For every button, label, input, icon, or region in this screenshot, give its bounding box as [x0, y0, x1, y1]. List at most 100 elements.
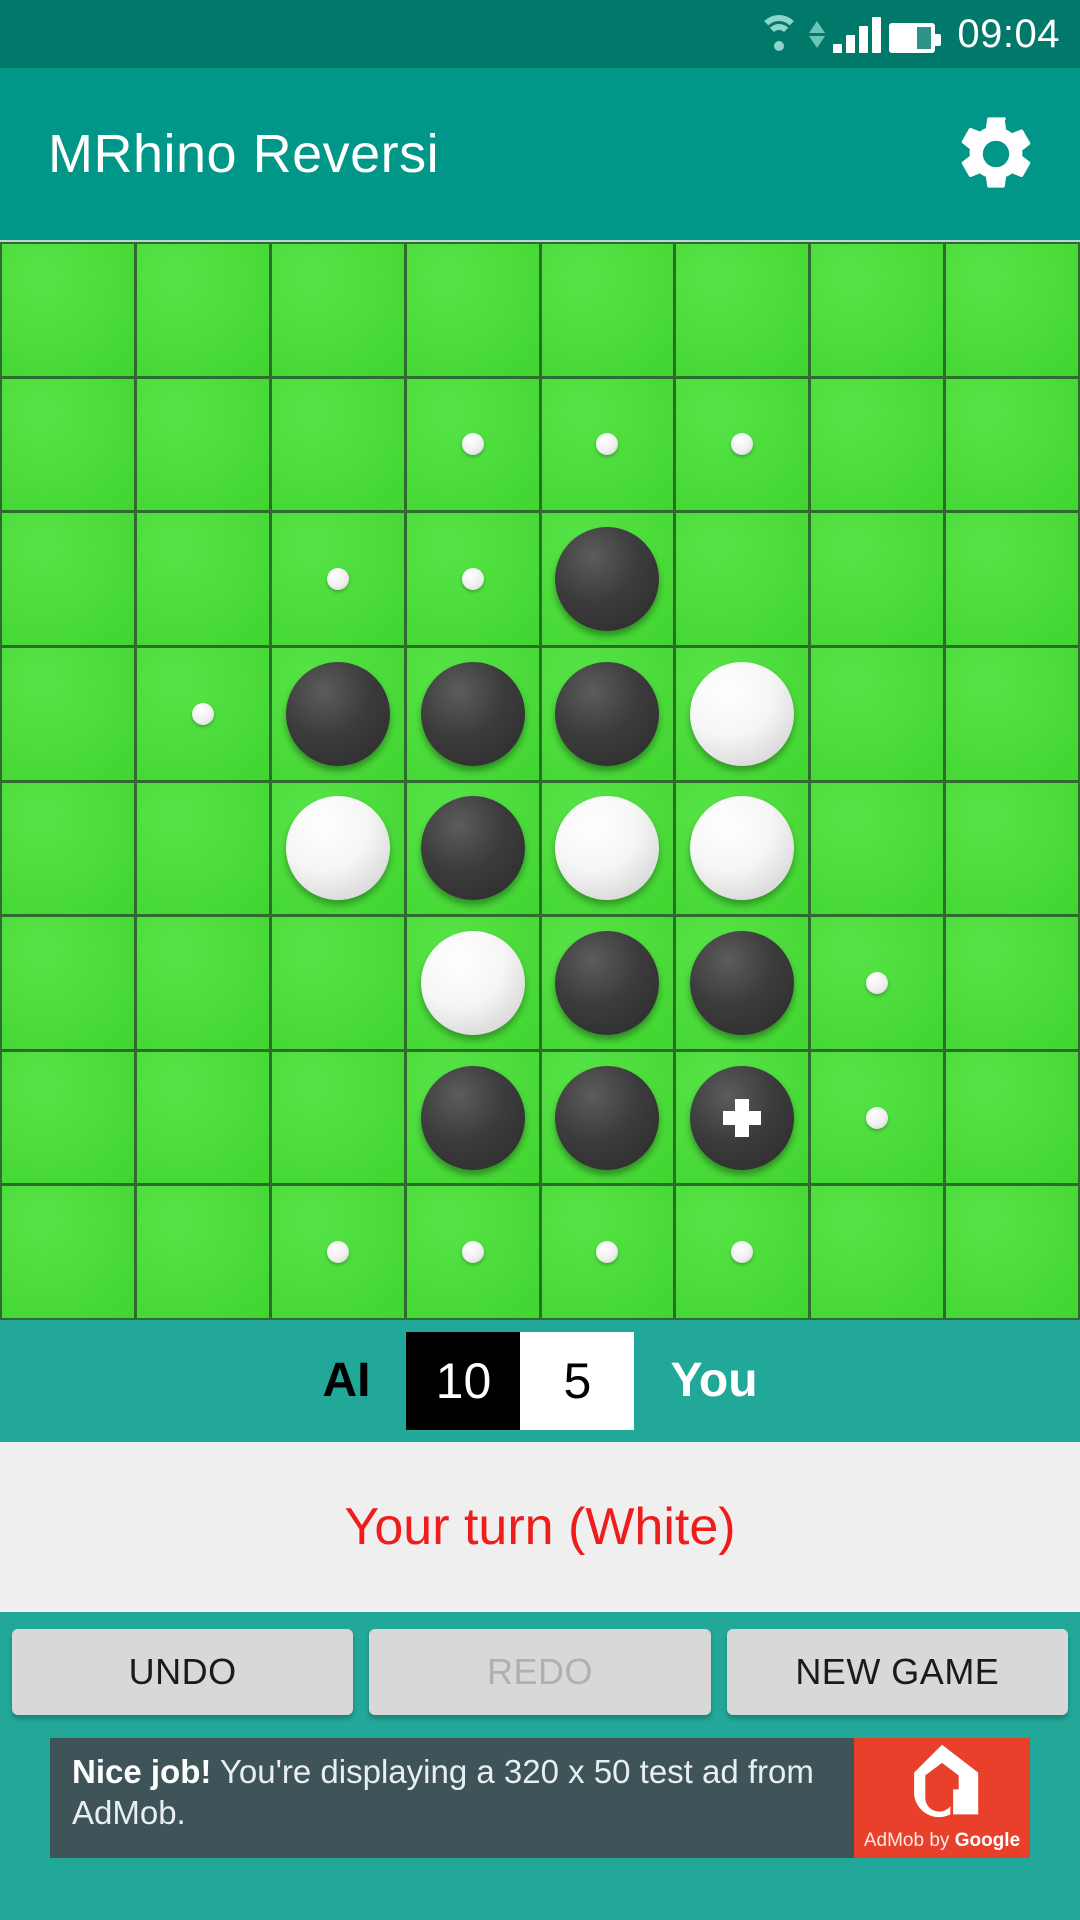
- board-cell-r6c3[interactable]: [271, 917, 404, 1049]
- board-cell-r8c6[interactable]: [676, 1186, 809, 1318]
- app-bar: MRhino Reversi: [0, 68, 1080, 240]
- board-cell-r3c1[interactable]: [2, 513, 134, 645]
- board-cell-r4c1[interactable]: [2, 647, 134, 780]
- board-cell-r7c1[interactable]: [2, 1051, 134, 1184]
- board-cell-r8c4[interactable]: [406, 1186, 539, 1318]
- board-cell-r8c2[interactable]: [136, 1186, 269, 1318]
- board-cell-r8c3[interactable]: [271, 1186, 404, 1318]
- black-disc: [420, 796, 525, 901]
- board-cell-r1c2[interactable]: [136, 244, 269, 376]
- black-disc: [285, 661, 390, 766]
- admob-logo: AdMob by Google: [854, 1738, 1030, 1858]
- gear-icon: [961, 117, 1031, 188]
- battery-icon: [889, 23, 942, 53]
- ad-container: Nice job! You're displaying a 320 x 50 t…: [0, 1732, 1080, 1920]
- board-cell-r7c2[interactable]: [136, 1051, 269, 1184]
- board-cell-r6c7[interactable]: [811, 917, 944, 1049]
- black-disc: [555, 661, 660, 766]
- board-cell-r2c7[interactable]: [811, 378, 944, 511]
- board-cell-r4c3[interactable]: [271, 647, 404, 780]
- board-cell-r3c7[interactable]: [811, 513, 944, 645]
- android-status-bar: 09:04: [0, 0, 1080, 68]
- action-button-bar: UNDO REDO NEW GAME: [0, 1612, 1080, 1732]
- board-cell-r1c6[interactable]: [676, 244, 809, 376]
- legal-move-hint: [326, 568, 349, 591]
- board-cell-r7c6[interactable]: [676, 1051, 809, 1184]
- board-cell-r7c5[interactable]: [541, 1051, 674, 1184]
- reversi-board[interactable]: [0, 242, 1080, 1320]
- board-cell-r5c1[interactable]: [2, 782, 134, 915]
- board-cell-r3c2[interactable]: [136, 513, 269, 645]
- legal-move-hint: [461, 568, 484, 591]
- board-cell-r6c6[interactable]: [676, 917, 809, 1049]
- board-cell-r4c7[interactable]: [811, 647, 944, 780]
- board-cell-r5c8[interactable]: [946, 782, 1078, 915]
- board-cell-r2c2[interactable]: [136, 378, 269, 511]
- board-cell-r1c1[interactable]: [2, 244, 134, 376]
- board-cell-r2c3[interactable]: [271, 378, 404, 511]
- signal-icon: [833, 15, 882, 53]
- board-cell-r3c8[interactable]: [946, 513, 1078, 645]
- board-cell-r2c1[interactable]: [2, 378, 134, 511]
- legal-move-hint: [866, 1106, 889, 1129]
- board-cell-r4c6[interactable]: [676, 647, 809, 780]
- score-bar: AI 10 5 You: [0, 1320, 1080, 1442]
- legal-move-hint: [596, 1241, 619, 1264]
- reversi-app-screen: 09:04 MRhino Reversi AI 10 5 You Your tu…: [0, 0, 1080, 1920]
- board-cell-r5c6[interactable]: [676, 782, 809, 915]
- ai-player-label: AI: [322, 1354, 371, 1407]
- board-cell-r5c3[interactable]: [271, 782, 404, 915]
- board-cell-r5c2[interactable]: [136, 782, 269, 915]
- board-cell-r1c7[interactable]: [811, 244, 944, 376]
- game-board-container: [0, 240, 1080, 1320]
- board-cell-r3c3[interactable]: [271, 513, 404, 645]
- board-cell-r1c8[interactable]: [946, 244, 1078, 376]
- admob-test-banner[interactable]: Nice job! You're displaying a 320 x 50 t…: [50, 1738, 1030, 1858]
- board-cell-r3c5[interactable]: [541, 513, 674, 645]
- board-cell-r4c5[interactable]: [541, 647, 674, 780]
- board-cell-r5c7[interactable]: [811, 782, 944, 915]
- board-cell-r8c1[interactable]: [2, 1186, 134, 1318]
- board-cell-r7c8[interactable]: [946, 1051, 1078, 1184]
- board-cell-r7c3[interactable]: [271, 1051, 404, 1184]
- board-cell-r2c6[interactable]: [676, 378, 809, 511]
- white-disc: [690, 796, 795, 901]
- board-cell-r2c8[interactable]: [946, 378, 1078, 511]
- white-disc: [285, 796, 390, 901]
- board-cell-r4c2[interactable]: [136, 647, 269, 780]
- settings-button[interactable]: [948, 106, 1044, 202]
- ad-headline: Nice job!: [72, 1753, 212, 1790]
- board-cell-r2c5[interactable]: [541, 378, 674, 511]
- board-cell-r5c4[interactable]: [406, 782, 539, 915]
- page-title: MRhino Reversi: [48, 124, 440, 184]
- new-game-button[interactable]: NEW GAME: [726, 1629, 1068, 1715]
- board-cell-r1c3[interactable]: [271, 244, 404, 376]
- black-disc: [555, 1065, 660, 1170]
- board-cell-r7c4[interactable]: [406, 1051, 539, 1184]
- white-disc: [555, 796, 660, 901]
- board-cell-r4c8[interactable]: [946, 647, 1078, 780]
- legal-move-hint: [731, 433, 754, 456]
- board-cell-r6c8[interactable]: [946, 917, 1078, 1049]
- board-cell-r8c7[interactable]: [811, 1186, 944, 1318]
- turn-status-text: Your turn (White): [344, 1498, 736, 1556]
- board-cell-r1c4[interactable]: [406, 244, 539, 376]
- board-cell-r4c4[interactable]: [406, 647, 539, 780]
- board-cell-r2c4[interactable]: [406, 378, 539, 511]
- undo-button[interactable]: UNDO: [12, 1629, 354, 1715]
- legal-move-hint: [731, 1241, 754, 1264]
- board-cell-r8c8[interactable]: [946, 1186, 1078, 1318]
- black-disc: [420, 1065, 525, 1170]
- board-cell-r6c5[interactable]: [541, 917, 674, 1049]
- you-player-label: You: [670, 1354, 758, 1407]
- board-cell-r6c2[interactable]: [136, 917, 269, 1049]
- board-cell-r6c4[interactable]: [406, 917, 539, 1049]
- board-cell-r3c4[interactable]: [406, 513, 539, 645]
- board-cell-r3c6[interactable]: [676, 513, 809, 645]
- board-cell-r5c5[interactable]: [541, 782, 674, 915]
- board-cell-r6c1[interactable]: [2, 917, 134, 1049]
- board-cell-r1c5[interactable]: [541, 244, 674, 376]
- board-cell-r7c7[interactable]: [811, 1051, 944, 1184]
- board-cell-r8c5[interactable]: [541, 1186, 674, 1318]
- black-disc: [555, 527, 660, 632]
